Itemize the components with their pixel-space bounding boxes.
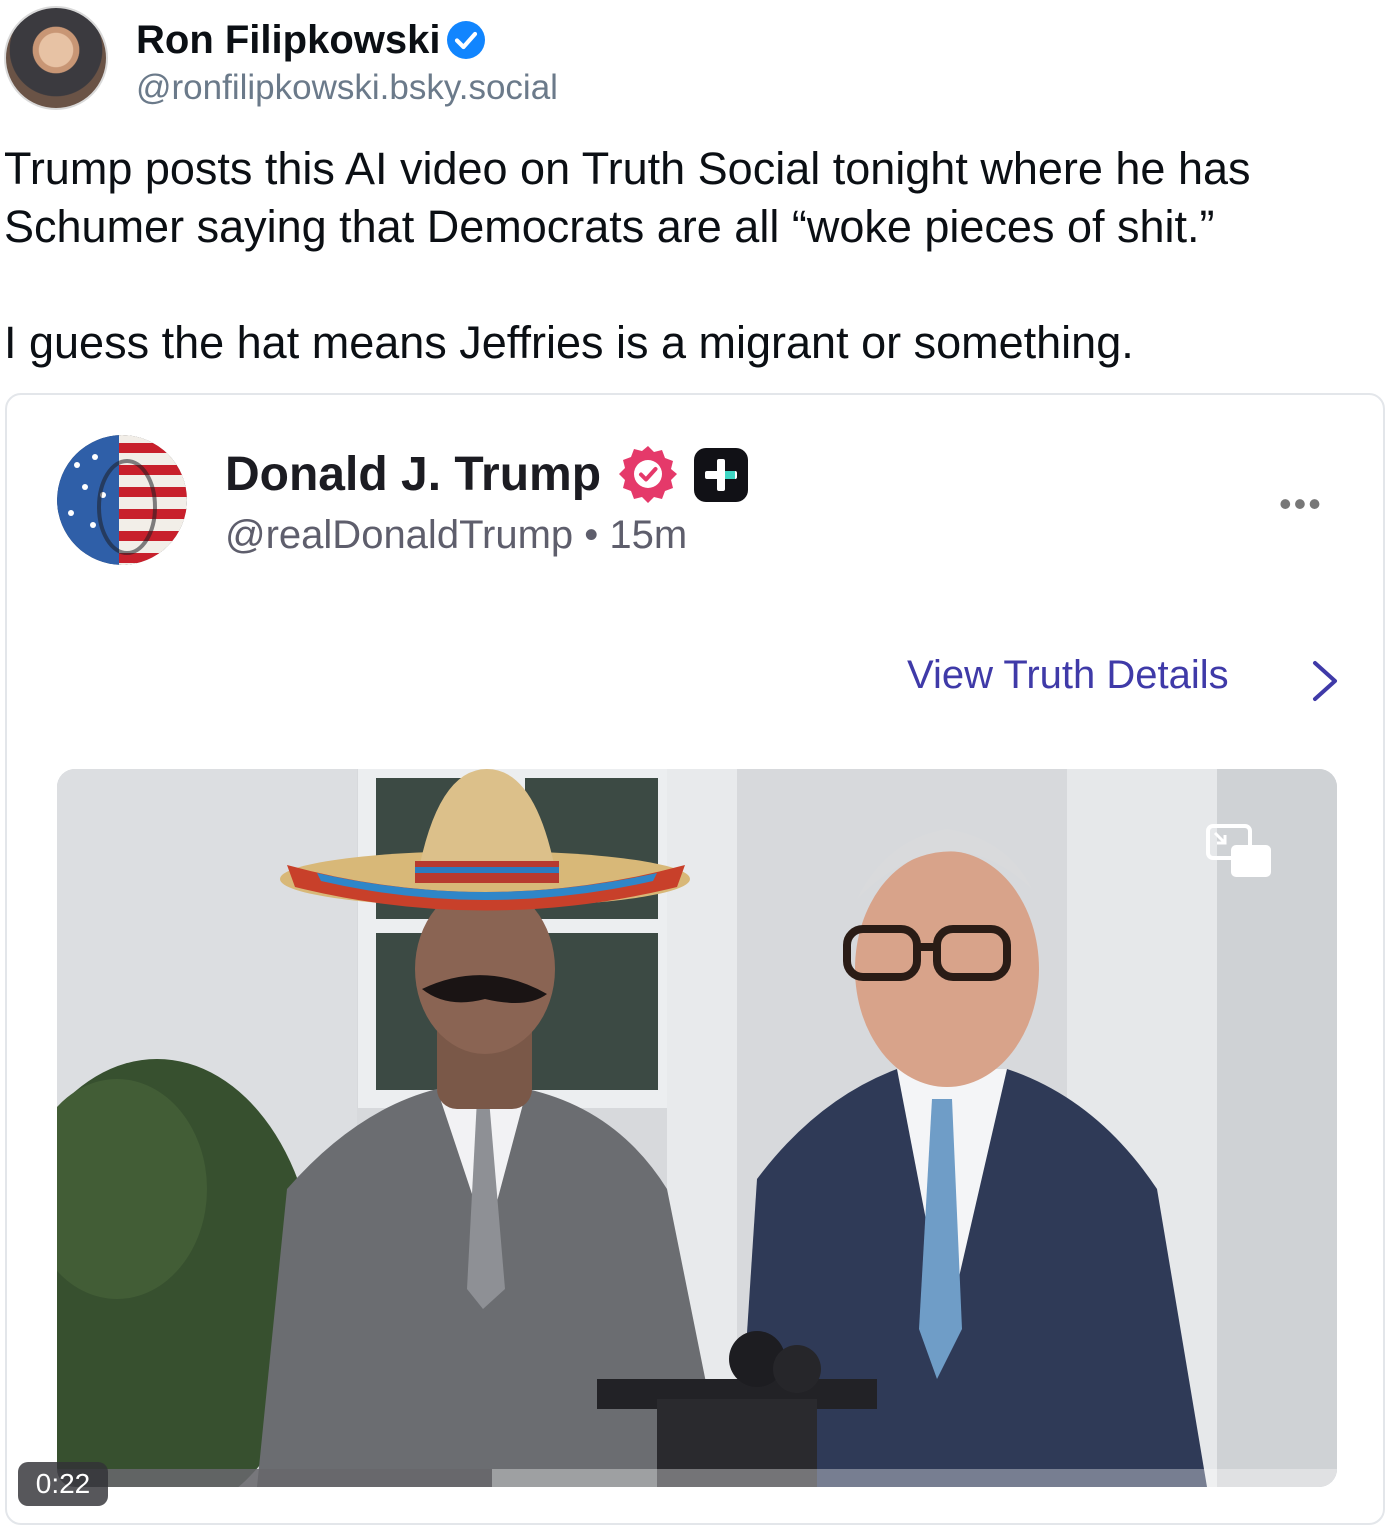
video-player[interactable] bbox=[57, 769, 1337, 1487]
embedded-post-card[interactable]: Donald J. Trump @realDonaldTrump • 15m •… bbox=[5, 393, 1385, 1525]
post-text: Trump posts this AI video on Truth Socia… bbox=[4, 140, 1384, 372]
truth-author-name[interactable]: Donald J. Trump bbox=[225, 447, 601, 502]
separator-dot: • bbox=[584, 513, 599, 557]
post-text-line: Trump posts this AI video on Truth Socia… bbox=[4, 143, 1251, 194]
video-frame bbox=[57, 769, 1337, 1487]
view-truth-details-link[interactable]: View Truth Details bbox=[907, 653, 1229, 698]
truth-avatar[interactable] bbox=[57, 435, 187, 565]
author-handle[interactable]: @ronfilipkowski.bsky.social bbox=[136, 68, 558, 108]
verified-check-icon bbox=[447, 21, 485, 59]
post-text-line: Schumer saying that Democrats are all “w… bbox=[4, 201, 1215, 252]
author-name[interactable]: Ron Filipkowski bbox=[136, 18, 440, 63]
chevron-right-icon[interactable] bbox=[1307, 657, 1343, 705]
author-avatar[interactable] bbox=[4, 6, 108, 110]
truth-handle[interactable]: @realDonaldTrump bbox=[225, 513, 573, 557]
post-text-line: I guess the hat means Jeffries is a migr… bbox=[4, 317, 1134, 368]
post-time: 15m bbox=[609, 513, 688, 557]
video-progress-fill bbox=[57, 1469, 493, 1487]
truth-handle-row: @realDonaldTrump • 15m bbox=[225, 513, 687, 558]
truth-verified-icon bbox=[619, 446, 677, 503]
picture-in-picture-icon[interactable] bbox=[1205, 823, 1275, 883]
post-header: Ron Filipkowski @ronfilipkowski.bsky.soc… bbox=[4, 6, 904, 110]
video-duration-badge: 0:22 bbox=[18, 1462, 108, 1506]
video-progress-bar[interactable] bbox=[57, 1469, 1337, 1487]
more-options-icon[interactable]: ••• bbox=[1279, 483, 1323, 525]
truth-plus-badge-icon bbox=[694, 448, 748, 502]
